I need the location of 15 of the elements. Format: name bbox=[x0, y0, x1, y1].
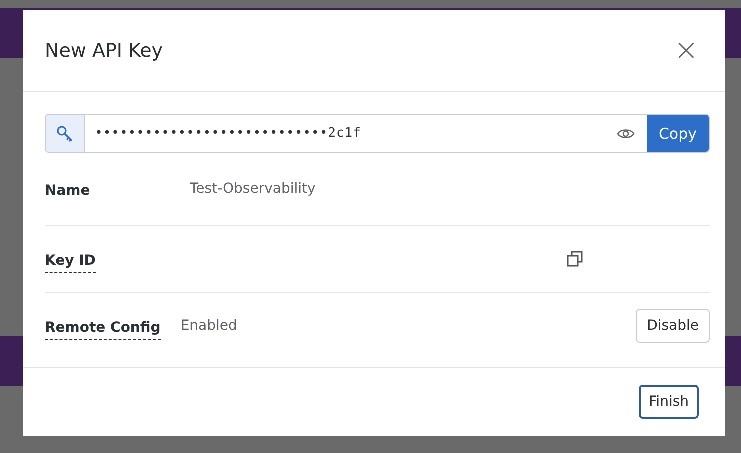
field-label: Name bbox=[45, 182, 90, 198]
api-key-field[interactable]: ••••••••••••••••••••••••••••2c1f Copy bbox=[45, 114, 710, 153]
eye-icon[interactable] bbox=[616, 128, 635, 140]
field-value: Enabled bbox=[180, 318, 238, 334]
dialog-title: New API Key bbox=[45, 40, 164, 62]
disable-button[interactable]: Disable bbox=[636, 309, 710, 343]
field-label: Key ID bbox=[45, 252, 96, 272]
copy-icon[interactable] bbox=[567, 251, 583, 267]
copy-button[interactable]: Copy bbox=[646, 115, 709, 152]
field-value: Test-Observability bbox=[190, 181, 316, 197]
key-icon bbox=[46, 115, 85, 152]
finish-button[interactable]: Finish bbox=[639, 385, 699, 419]
close-button[interactable]: × bbox=[670, 36, 703, 66]
api-key-value: ••••••••••••••••••••••••••••2c1f bbox=[94, 125, 362, 143]
field-label: Remote Config bbox=[45, 320, 161, 340]
